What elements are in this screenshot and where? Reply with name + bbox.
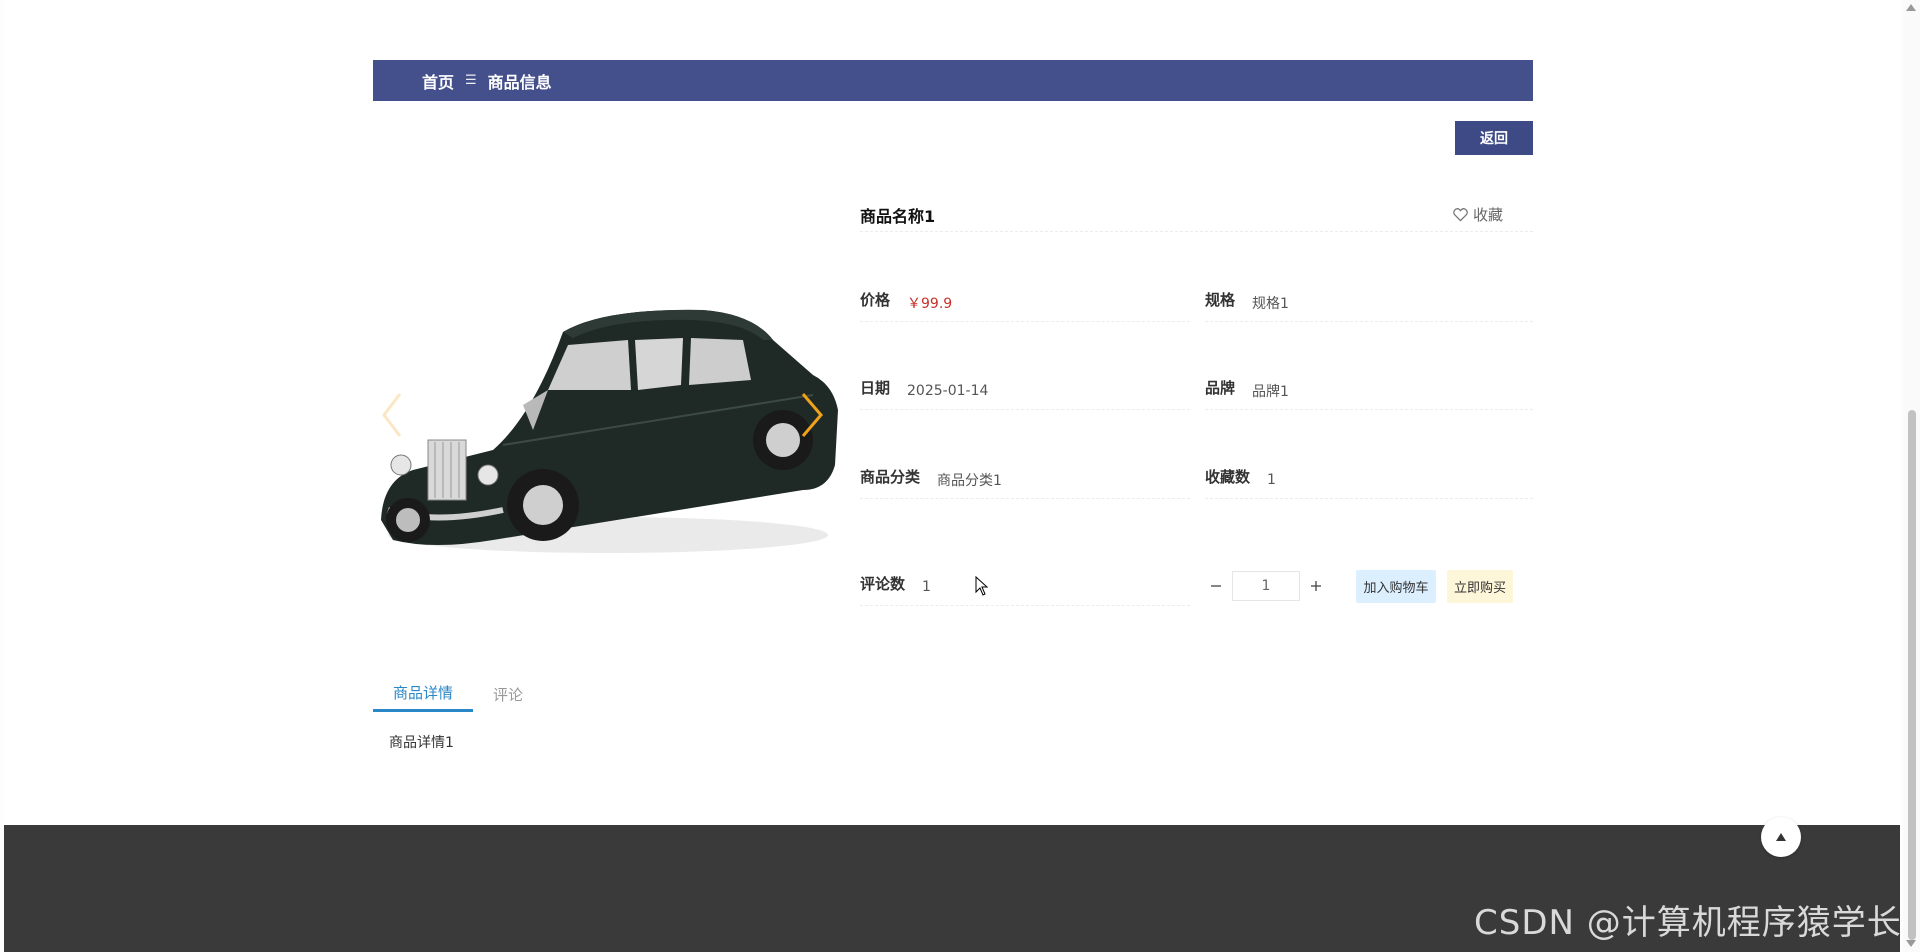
triangle-up-icon xyxy=(1776,833,1786,841)
field-date: 日期 2025-01-14 xyxy=(860,372,1190,410)
category-value: 商品分类1 xyxy=(937,472,1002,489)
add-to-cart-button[interactable]: 加入购物车 xyxy=(1356,570,1436,603)
favorites-count-value: 1 xyxy=(1267,471,1276,488)
field-price: 价格 ￥99.9 xyxy=(860,284,1190,322)
minus-icon xyxy=(1211,585,1221,587)
tab-content: 商品详情1 xyxy=(389,735,454,751)
detail-tabs: 商品详情 评论 xyxy=(373,676,543,712)
product-title-row: 商品名称1 收藏 xyxy=(860,198,1533,232)
scrollbar-thumb[interactable] xyxy=(1908,410,1916,940)
carousel-next-button[interactable] xyxy=(795,385,829,445)
field-comments-count: 评论数 1 xyxy=(860,568,1190,606)
breadcrumb-current: 商品信息 xyxy=(487,72,552,92)
price-label: 价格 xyxy=(860,291,891,309)
breadcrumb: 首页 ☰ 商品信息 xyxy=(373,60,1533,101)
menu-lines-icon: ☰ xyxy=(465,73,477,88)
back-button[interactable]: 返回 xyxy=(1455,121,1533,155)
chevron-left-icon xyxy=(382,393,402,437)
favorites-count-label: 收藏数 xyxy=(1205,468,1251,486)
breadcrumb-home[interactable]: 首页 xyxy=(422,69,454,93)
decrease-button[interactable] xyxy=(1200,570,1232,602)
chevron-right-icon xyxy=(801,393,823,437)
date-label: 日期 xyxy=(860,379,891,397)
product-image-carousel xyxy=(373,190,840,640)
category-label: 商品分类 xyxy=(860,468,921,486)
comments-count-value: 1 xyxy=(922,578,931,595)
increase-button[interactable] xyxy=(1300,570,1332,602)
product-image xyxy=(381,309,838,553)
quantity-stepper xyxy=(1200,570,1332,602)
field-brand: 品牌 品牌1 xyxy=(1205,372,1533,410)
date-value: 2025-01-14 xyxy=(907,382,989,399)
scroll-down-arrow[interactable] xyxy=(1906,940,1916,947)
watermark: CSDN @计算机程序猿学长 xyxy=(1474,903,1902,943)
back-to-top-button[interactable] xyxy=(1761,817,1801,857)
field-favorites-count: 收藏数 1 xyxy=(1205,461,1533,499)
quantity-input[interactable] xyxy=(1232,571,1300,601)
field-spec: 规格 规格1 xyxy=(1205,284,1533,322)
favorite-label: 收藏 xyxy=(1472,206,1503,224)
plus-icon xyxy=(1311,581,1321,591)
favorite-button[interactable]: 收藏 xyxy=(1453,204,1503,225)
comments-count-label: 评论数 xyxy=(860,575,906,593)
buy-now-button[interactable]: 立即购买 xyxy=(1447,570,1513,603)
brand-value: 品牌1 xyxy=(1252,383,1289,400)
heart-outline-icon xyxy=(1453,207,1468,222)
product-name: 商品名称1 xyxy=(860,206,936,226)
price-value: ￥99.9 xyxy=(907,295,953,312)
scroll-up-arrow[interactable] xyxy=(1906,4,1916,11)
spec-value: 规格1 xyxy=(1252,295,1289,312)
tab-product-details[interactable]: 商品详情 xyxy=(373,676,474,712)
brand-label: 品牌 xyxy=(1205,379,1236,397)
tab-comments[interactable]: 评论 xyxy=(473,676,543,712)
carousel-prev-button[interactable] xyxy=(378,390,408,440)
field-category: 商品分类 商品分类1 xyxy=(860,461,1190,499)
spec-label: 规格 xyxy=(1205,291,1236,309)
cursor-icon xyxy=(975,576,989,596)
